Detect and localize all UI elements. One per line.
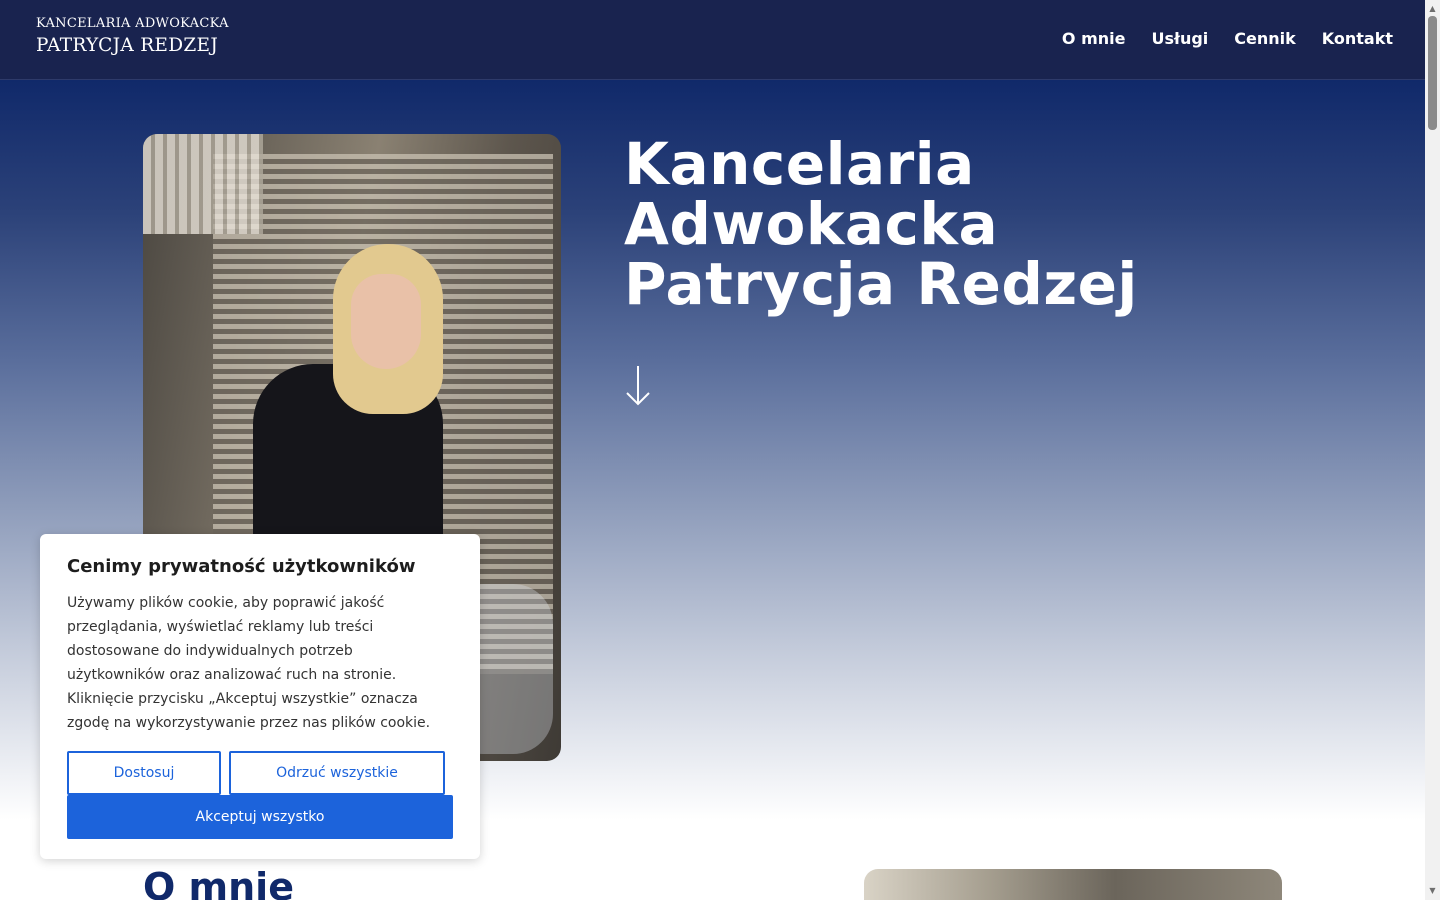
logo-line-2: PATRYCJA REDZEJ — [36, 35, 219, 56]
accept-all-button[interactable]: Akceptuj wszystko — [67, 795, 453, 839]
nav-item-uslugi[interactable]: Usługi — [1151, 27, 1208, 51]
hero-title-line-3: Patrycja Redzej — [624, 250, 1138, 318]
reject-all-button[interactable]: Odrzuć wszystkie — [229, 751, 445, 795]
hero-title-line-2: Adwokacka — [624, 190, 999, 258]
main-nav: O mnie Usługi Cennik Kontakt — [1062, 27, 1393, 51]
cookie-consent-banner: Cenimy prywatność użytkowników Używamy p… — [40, 534, 480, 859]
scroll-up-icon[interactable]: ▲ — [1425, 2, 1440, 16]
arrow-down-icon[interactable] — [624, 364, 652, 408]
vertical-scrollbar[interactable]: ▲ ▼ — [1425, 0, 1440, 900]
site-logo[interactable]: KANCELARIA ADWOKACKA PATRYCJA REDZEJ — [36, 16, 229, 59]
site-header: KANCELARIA ADWOKACKA PATRYCJA REDZEJ O m… — [0, 0, 1425, 80]
chandelier — [143, 134, 263, 234]
cookie-banner-title: Cenimy prywatność użytkowników — [67, 556, 416, 577]
hero-title: Kancelaria Adwokacka Patrycja Redzej — [624, 134, 1138, 314]
about-photo — [864, 869, 1282, 900]
customize-button[interactable]: Dostosuj — [67, 751, 221, 795]
hero-title-line-1: Kancelaria — [624, 130, 975, 198]
about-section-title: O mnie — [143, 865, 294, 900]
scroll-thumb[interactable] — [1428, 16, 1437, 130]
scroll-down-icon[interactable]: ▼ — [1425, 884, 1440, 898]
person-face — [351, 274, 421, 369]
logo-line-1: KANCELARIA ADWOKACKA — [36, 16, 229, 31]
cookie-banner-text: Używamy plików cookie, aby poprawić jako… — [67, 595, 431, 731]
nav-item-cennik[interactable]: Cennik — [1234, 27, 1296, 51]
nav-item-o-mnie[interactable]: O mnie — [1062, 27, 1126, 51]
nav-item-kontakt[interactable]: Kontakt — [1322, 27, 1393, 51]
